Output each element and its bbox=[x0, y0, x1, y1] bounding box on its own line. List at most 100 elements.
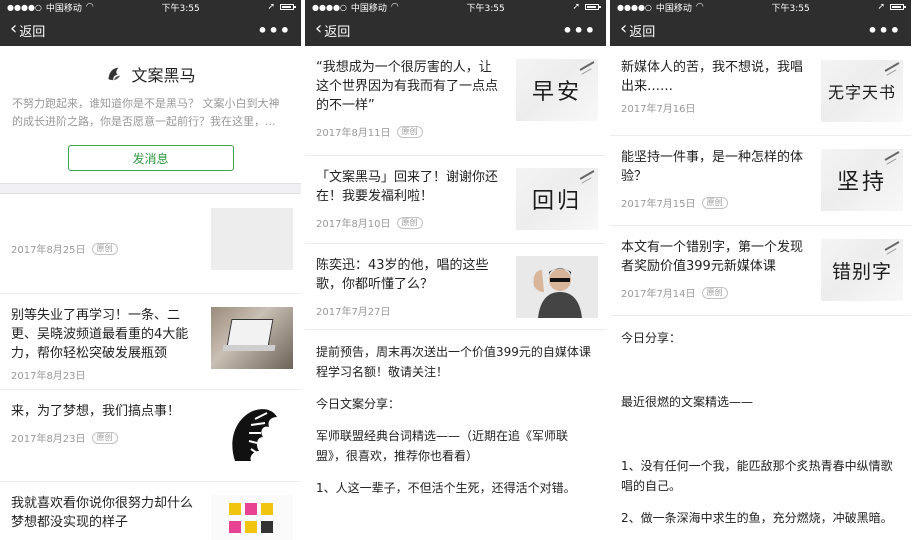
phone-screen-1: ●●●●○ 中国移动 ◠ 下午3:55 ➚ ‹ 返回 ••• 文案黑马 不努力跑… bbox=[0, 0, 301, 540]
battery-icon bbox=[279, 4, 296, 10]
article-title: “我想成为一个很厉害的人，让这个世界因为有我而有了一点点的不一样” bbox=[316, 60, 499, 113]
original-badge: 原创 bbox=[91, 431, 118, 444]
signal-icon: ●●●●○ bbox=[7, 2, 42, 12]
status-time: 下午3:55 bbox=[161, 3, 200, 14]
article-item[interactable]: 别等失业了再学习！一条、二更、吴晓波频道最看重的4大能力，帮你轻松突破发展瓶颈 … bbox=[0, 294, 301, 390]
section-divider bbox=[0, 183, 301, 194]
send-message-button[interactable]: 发消息 bbox=[67, 145, 234, 171]
body-paragraph: 今日分享： bbox=[621, 331, 682, 345]
article-thumbnail: 无字天书 bbox=[821, 60, 903, 122]
article-item[interactable]: 2017年8月25日 原创 bbox=[0, 194, 301, 294]
body-paragraph: 最近很燃的文案精选—— bbox=[621, 395, 754, 409]
article-title: 来，为了梦想，我们搞点事！ bbox=[11, 404, 181, 419]
account-description: 不努力跑起来，谁知道你是不是黑马？ 文案小白到大神的成长进阶之路，你是否愿意一起… bbox=[12, 97, 280, 128]
article-item[interactable]: 能坚持一件事，是一种怎样的体验？ 2017年7月15日 原创 坚持 bbox=[610, 136, 911, 226]
chevron-left-icon: ‹ bbox=[620, 18, 628, 39]
back-button[interactable]: ‹ 返回 bbox=[10, 18, 46, 40]
phone-screen-3: ●●●●○ 中国移动 ◠ 下午3:55 ➚ ‹ 返回 ••• 新媒体人的苦，我不… bbox=[610, 0, 911, 540]
status-time: 下午3:55 bbox=[466, 3, 505, 14]
signal-icon: ●●●●○ bbox=[312, 2, 347, 12]
article-thumbnail bbox=[211, 208, 293, 270]
article-item[interactable]: 「文案黑马」回来了！谢谢你还在！我要发福利啦！ 2017年8月10日 原创 回归 bbox=[305, 156, 606, 244]
back-button[interactable]: ‹ 返回 bbox=[315, 18, 351, 40]
back-label: 返回 bbox=[324, 24, 351, 40]
article-title: 能坚持一件事，是一种怎样的体验？ bbox=[621, 150, 804, 184]
article-body: 提前预告，周末再次送出一个价值399元的自媒体课程学习名额！敬请关注！ 今日文案… bbox=[305, 330, 606, 498]
signal-icon: ●●●●○ bbox=[617, 2, 652, 12]
singer-icon bbox=[533, 268, 582, 318]
carrier-label: 中国移动 bbox=[655, 3, 692, 14]
nav-bar: ‹ 返回 ••• bbox=[0, 14, 301, 46]
body-paragraph: 2、做一条深海中求生的鱼，充分燃烧，冲破黑暗。 bbox=[621, 511, 893, 525]
article-item[interactable]: 新媒体人的苦，我不想说，我唱出来…… 2017年7月16日 无字天书 bbox=[610, 46, 911, 136]
article-date: 2017年7月15日 bbox=[621, 199, 696, 210]
phone-screen-2: ●●●●○ 中国移动 ◠ 下午3:55 ➚ ‹ 返回 ••• “我想成为一个很厉… bbox=[305, 0, 606, 540]
thumbnail-text: 错别字 bbox=[831, 260, 892, 283]
article-item[interactable]: 陈奕迅：43岁的他，唱的这些歌，你都听懂了么？ 2017年7月27日 bbox=[305, 244, 606, 330]
article-thumbnail: 错别字 bbox=[821, 239, 903, 301]
zebra-icon bbox=[232, 409, 277, 461]
status-time: 下午3:55 bbox=[771, 3, 810, 14]
more-menu-button[interactable]: ••• bbox=[867, 21, 901, 40]
original-badge: 原创 bbox=[701, 196, 728, 209]
article-item[interactable]: 我就喜欢看你说你很努力却什么梦想都没实现的样子 bbox=[0, 482, 301, 540]
body-paragraph: 1、人这一辈子，不但活个生死，还得活个对错。 bbox=[316, 481, 576, 495]
article-date: 2017年7月27日 bbox=[316, 307, 391, 318]
wifi-icon: ◠ bbox=[390, 2, 399, 12]
back-button[interactable]: ‹ 返回 bbox=[620, 18, 656, 40]
article-thumbnail: 早安 bbox=[516, 59, 598, 121]
body-paragraph: 提前预告，周末再次送出一个价值399元的自媒体课程学习名额！敬请关注！ bbox=[316, 345, 591, 379]
chevron-left-icon: ‹ bbox=[10, 18, 18, 39]
article-title: 新媒体人的苦，我不想说，我唱出来…… bbox=[621, 60, 804, 94]
more-menu-button[interactable]: ••• bbox=[562, 21, 596, 40]
article-title: 我就喜欢看你说你很努力却什么梦想都没实现的样子 bbox=[11, 496, 194, 530]
location-icon: ➚ bbox=[267, 2, 275, 12]
account-name: 文案黑马 bbox=[131, 66, 196, 85]
location-icon: ➚ bbox=[877, 2, 885, 12]
laptop-thumbnail bbox=[211, 307, 293, 369]
article-item[interactable]: 本文有一个错别字，第一个发现者奖励价值399元新媒体课 2017年7月14日 原… bbox=[610, 226, 911, 316]
original-badge: 原创 bbox=[396, 216, 423, 229]
article-date: 2017年8月10日 bbox=[316, 219, 391, 230]
original-badge: 原创 bbox=[701, 286, 728, 299]
status-bar: ●●●●○ 中国移动 ◠ 下午3:55 ➚ bbox=[305, 0, 606, 14]
location-icon: ➚ bbox=[572, 2, 580, 12]
body-paragraph: 1、没有任何一个我，能匹敌那个炙热青春中纵情歌唱的自己。 bbox=[621, 459, 893, 493]
carrier-label: 中国移动 bbox=[350, 3, 387, 14]
article-thumbnail: 回归 bbox=[516, 168, 598, 230]
article-date: 2017年7月14日 bbox=[621, 289, 696, 300]
article-title: 别等失业了再学习！一条、二更、吴晓波频道最看重的4大能力，帮你轻松突破发展瓶颈 bbox=[11, 308, 189, 361]
article-item[interactable]: 来，为了梦想，我们搞点事！ 2017年8月23日 原创 bbox=[0, 390, 301, 482]
original-badge: 原创 bbox=[91, 242, 118, 255]
thumbnail-text: 回归 bbox=[531, 189, 582, 214]
wifi-icon: ◠ bbox=[85, 2, 94, 12]
body-paragraph: 军师联盟经典台词精选——（近期在追《军师联盟》，很喜欢，推荐你也看看） bbox=[316, 429, 569, 463]
article-date: 2017年8月25日 bbox=[11, 245, 86, 256]
books-thumbnail bbox=[211, 495, 293, 540]
carrier-label: 中国移动 bbox=[45, 3, 82, 14]
article-date: 2017年8月11日 bbox=[316, 128, 391, 139]
nav-bar: ‹ 返回 ••• bbox=[305, 14, 606, 46]
article-title: 本文有一个错别字，第一个发现者奖励价值399元新媒体课 bbox=[621, 240, 804, 274]
article-item[interactable]: “我想成为一个很厉害的人，让这个世界因为有我而有了一点点的不一样” 2017年8… bbox=[305, 46, 606, 156]
thumbnail-text: 坚持 bbox=[836, 170, 887, 195]
status-bar: ●●●●○ 中国移动 ◠ 下午3:55 ➚ bbox=[0, 0, 301, 14]
nav-bar: ‹ 返回 ••• bbox=[610, 14, 911, 46]
article-date: 2017年8月23日 bbox=[11, 434, 86, 445]
battery-icon bbox=[889, 4, 906, 10]
status-bar: ●●●●○ 中国移动 ◠ 下午3:55 ➚ bbox=[610, 0, 911, 14]
article-body: 今日分享： 最近很燃的文案精选—— 1、没有任何一个我，能匹敌那个炙热青春中纵情… bbox=[610, 316, 911, 528]
article-title: 陈奕迅：43岁的他，唱的这些歌，你都听懂了么？ bbox=[316, 258, 489, 292]
profile-header: 文案黑马 不努力跑起来，谁知道你是不是黑马？ 文案小白到大神的成长进阶之路，你是… bbox=[0, 46, 301, 183]
back-label: 返回 bbox=[629, 24, 656, 40]
chevron-left-icon: ‹ bbox=[315, 18, 323, 39]
article-title: 「文案黑马」回来了！谢谢你还在！我要发福利啦！ bbox=[316, 170, 499, 204]
brand-logo-icon bbox=[109, 67, 121, 81]
wifi-icon: ◠ bbox=[695, 2, 704, 12]
more-menu-button[interactable]: ••• bbox=[257, 21, 291, 40]
article-date: 2017年7月16日 bbox=[621, 104, 696, 115]
back-label: 返回 bbox=[19, 24, 46, 40]
singer-thumbnail bbox=[516, 256, 598, 318]
zebra-thumbnail bbox=[211, 403, 293, 465]
article-date: 2017年8月23日 bbox=[11, 371, 86, 382]
